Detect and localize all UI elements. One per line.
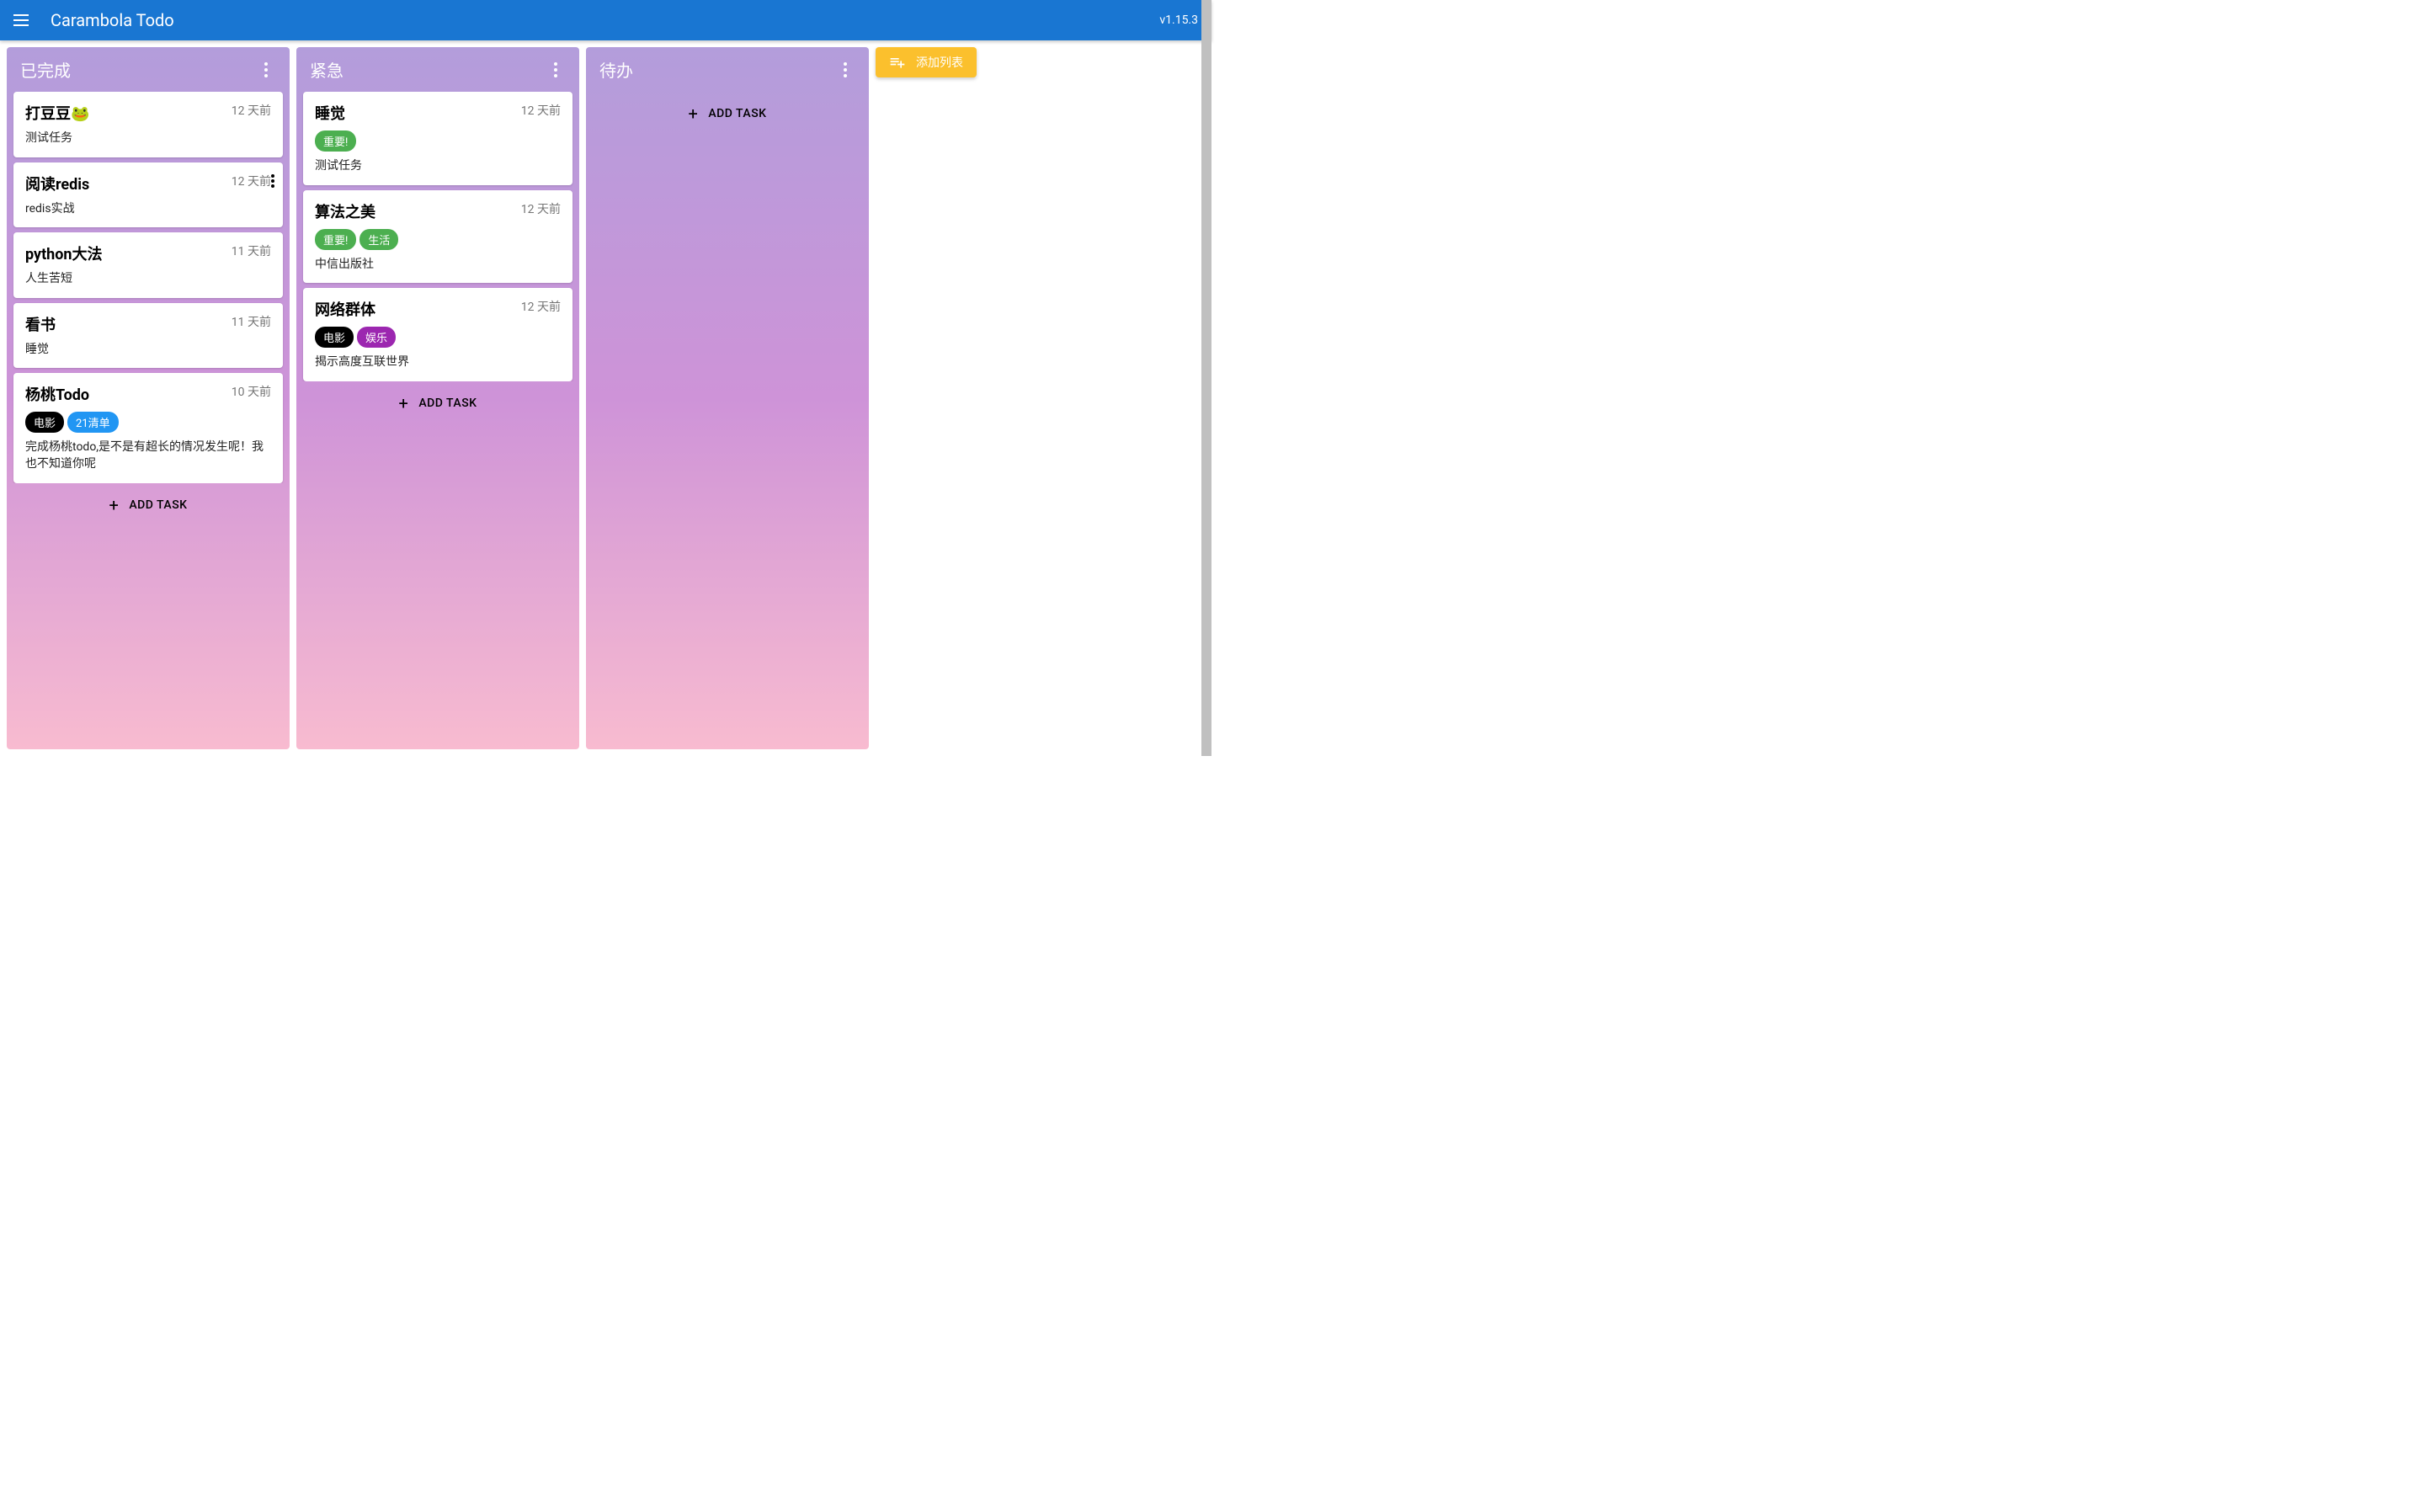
add-task-label: ADD TASK xyxy=(418,397,477,410)
card-header: python大法 11 天前 xyxy=(25,242,271,264)
task-card[interactable]: python大法 11 天前人生苦短 xyxy=(13,232,283,298)
menu-icon[interactable] xyxy=(13,10,34,30)
app-title: Carambola Todo xyxy=(51,10,1159,30)
add-task-label: ADD TASK xyxy=(129,498,187,512)
tag: 生活 xyxy=(359,229,398,250)
cards-container: 睡觉12 天前重要!测试任务算法之美12 天前重要!生活中信出版社网络群体12 … xyxy=(296,92,579,381)
card-title: 阅读redis xyxy=(25,173,89,194)
card-description: 测试任务 xyxy=(25,130,271,147)
add-column-label: 添加列表 xyxy=(916,54,963,71)
card-description: 测试任务 xyxy=(315,158,561,175)
tags-row: 电影21清单 xyxy=(25,412,271,433)
more-vert-icon[interactable] xyxy=(256,60,276,80)
playlist-add-icon xyxy=(889,54,906,71)
card-description: 揭示高度互联世界 xyxy=(315,354,561,371)
scrollbar-thumb[interactable] xyxy=(1201,0,1212,756)
card-title: 睡觉 xyxy=(315,102,345,124)
task-card[interactable]: 网络群体 12 天前电影娱乐揭示高度互联世界 xyxy=(303,288,572,381)
tags-row: 电影娱乐 xyxy=(315,327,561,348)
more-vert-icon[interactable] xyxy=(264,171,281,191)
card-title: 算法之美 xyxy=(315,200,375,222)
task-card[interactable]: 打豆豆🐸 12 天前测试任务 xyxy=(13,92,283,157)
tag: 重要! xyxy=(315,229,356,250)
card-title: python大法 xyxy=(25,242,103,264)
more-vert-icon[interactable] xyxy=(546,60,566,80)
card-title: 看书 xyxy=(25,313,56,335)
column-header: 已完成 xyxy=(7,47,290,92)
card-header: 网络群体 12 天前 xyxy=(315,298,561,320)
card-time: 12 天前 xyxy=(232,102,271,119)
cards-container: 打豆豆🐸 12 天前测试任务阅读redis12 天前 redis实战 python大法… xyxy=(7,92,290,483)
card-description: 人生苦短 xyxy=(25,271,271,288)
column-title: 待办 xyxy=(599,57,835,82)
tag: 21清单 xyxy=(67,412,119,433)
board: 已完成打豆豆🐸12 天前测试任务阅读redis12 天前redis实战pytho… xyxy=(0,40,1212,756)
task-card[interactable]: 看书 11 天前睡觉 xyxy=(13,303,283,369)
card-header: 看书 11 天前 xyxy=(25,313,271,335)
column: 已完成打豆豆🐸 12 天前测试任务阅读redis12 天前 redis实战 pytho… xyxy=(7,47,290,749)
add-task-button[interactable]: + ADD TASK xyxy=(7,483,290,527)
card-header: 打豆豆🐸 12 天前 xyxy=(25,102,271,124)
card-description: 睡觉 xyxy=(25,342,271,359)
column-header: 待办 xyxy=(586,47,869,92)
card-time: 10 天前 xyxy=(232,383,271,400)
card-title: 杨桃Todo xyxy=(25,383,89,405)
card-header: 杨桃Todo 10 天前 xyxy=(25,383,271,405)
tag: 娱乐 xyxy=(357,327,396,348)
column: 待办 + ADD TASK xyxy=(586,47,869,749)
column-header: 紧急 xyxy=(296,47,579,92)
tags-row: 重要! xyxy=(315,130,561,152)
column: 紧急睡觉12 天前重要!测试任务算法之美12 天前重要!生活中信出版社网络群体1… xyxy=(296,47,579,749)
card-description: redis实战 xyxy=(25,201,271,218)
card-header: 阅读redis12 天前 xyxy=(25,173,271,194)
card-time: 12 天前 xyxy=(521,200,561,217)
card-header: 睡觉 12 天前 xyxy=(315,102,561,124)
plus-icon: + xyxy=(398,395,408,412)
task-card[interactable]: 睡觉 12 天前重要! 测试任务 xyxy=(303,92,572,185)
task-card[interactable]: 阅读redis12 天前 redis实战 xyxy=(13,162,283,228)
column-title: 已完成 xyxy=(20,57,256,82)
card-time: 12 天前 xyxy=(521,102,561,119)
more-vert-icon[interactable] xyxy=(835,60,855,80)
tags-row: 重要!生活 xyxy=(315,229,561,250)
tag: 电影 xyxy=(25,412,64,433)
card-time: 12 天前 xyxy=(521,298,561,315)
task-card[interactable]: 算法之美 12 天前重要!生活中信出版社 xyxy=(303,190,572,284)
add-task-button[interactable]: + ADD TASK xyxy=(586,92,869,136)
scrollbar-vertical[interactable] xyxy=(1201,0,1212,756)
card-description: 中信出版社 xyxy=(315,257,561,274)
add-column-button[interactable]: 添加列表 xyxy=(876,47,977,77)
card-time: 11 天前 xyxy=(232,313,271,330)
add-task-label: ADD TASK xyxy=(708,107,766,120)
card-title: 打豆豆🐸 xyxy=(25,102,89,124)
card-header: 算法之美 12 天前 xyxy=(315,200,561,222)
column-title: 紧急 xyxy=(310,57,546,82)
add-task-button[interactable]: + ADD TASK xyxy=(296,381,579,425)
version-label: v1.15.3 xyxy=(1159,13,1198,27)
card-title: 网络群体 xyxy=(315,298,375,320)
card-time: 11 天前 xyxy=(232,242,271,259)
card-description: 完成杨桃todo,是不是有超长的情况发生呢！我也不知道你呢 xyxy=(25,439,271,472)
plus-icon: + xyxy=(109,497,119,514)
task-card[interactable]: 杨桃Todo 10 天前电影21清单完成杨桃todo,是不是有超长的情况发生呢！我… xyxy=(13,373,283,482)
tag: 电影 xyxy=(315,327,354,348)
app-bar: Carambola Todo v1.15.3 xyxy=(0,0,1212,40)
tag: 重要! xyxy=(315,130,356,152)
plus-icon: + xyxy=(688,105,698,122)
